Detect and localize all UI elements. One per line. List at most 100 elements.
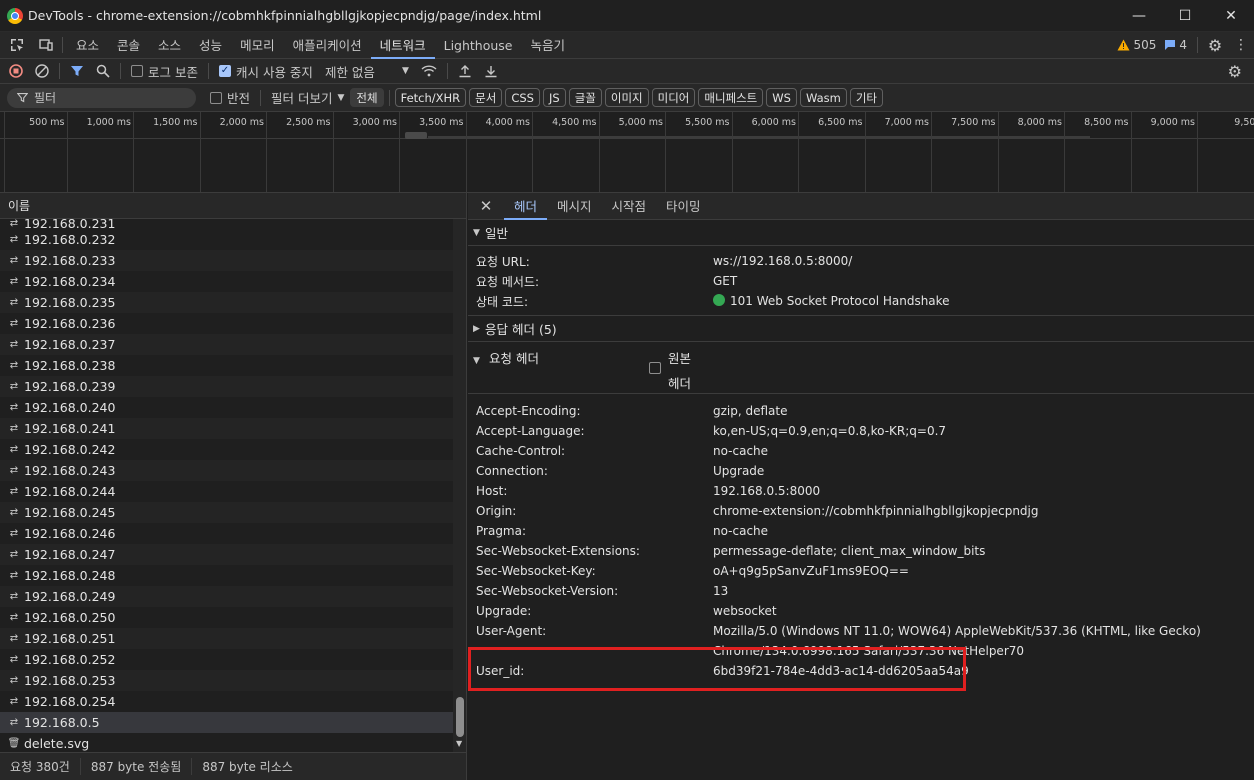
- warning-count[interactable]: 505: [1133, 38, 1156, 52]
- maximize-button[interactable]: ☐: [1162, 0, 1208, 32]
- general-section-header[interactable]: ▼ 일반: [468, 220, 1254, 246]
- tab-headers[interactable]: 헤더: [504, 193, 548, 220]
- timeline-tick-label: 5,500 ms: [685, 117, 730, 128]
- request-row[interactable]: ⇄ 192.168.0.235: [0, 292, 453, 313]
- request-row[interactable]: ⇄ 192.168.0.243: [0, 460, 453, 481]
- title-bar: DevTools - chrome-extension://cobmhkfpin…: [0, 0, 1254, 32]
- request-row[interactable]: ⇄ 192.168.0.252: [0, 649, 453, 670]
- request-row[interactable]: ⇄ 192.168.0.246: [0, 523, 453, 544]
- request-list-scrollbar[interactable]: ▼: [453, 219, 466, 752]
- more-options-icon[interactable]: ⋮: [1228, 37, 1254, 53]
- preserve-log-check-box[interactable]: [131, 65, 143, 77]
- settings-gear-icon[interactable]: ⚙: [1202, 36, 1228, 55]
- status-code-row: 상태 코드: 101 Web Socket Protocol Handshake: [468, 291, 1254, 311]
- request-headers-section-header[interactable]: ▼ 요청 헤더 원본 헤더: [468, 342, 1254, 394]
- filter-chip-all[interactable]: 전체: [350, 88, 384, 107]
- status-bar: 요청 380건 887 byte 전송됨 887 byte 리소스: [0, 752, 466, 780]
- filter-chip-fetch-xhr[interactable]: Fetch/XHR: [394, 88, 467, 107]
- request-row[interactable]: ⇄ 192.168.0.5: [0, 712, 453, 733]
- response-headers-section-header[interactable]: ▶ 응답 헤더 (5): [468, 316, 1254, 342]
- request-row[interactable]: ⇄ 192.168.0.242: [0, 439, 453, 460]
- filter-chip-font[interactable]: 글꼴: [568, 88, 602, 107]
- disable-cache-checkbox[interactable]: ✓ 캐시 사용 중지: [213, 59, 319, 84]
- filter-chip-css[interactable]: CSS: [505, 88, 540, 107]
- tab-console[interactable]: 콘솔: [108, 32, 149, 59]
- request-row[interactable]: ⇄ 192.168.0.234: [0, 271, 453, 292]
- warning-icon[interactable]: [1117, 39, 1130, 51]
- request-row[interactable]: ⇄ 192.168.0.238: [0, 355, 453, 376]
- minimize-button[interactable]: —: [1116, 0, 1162, 32]
- filter-chip-ws[interactable]: WS: [766, 88, 797, 107]
- message-icon[interactable]: [1164, 39, 1176, 51]
- filter-chip-doc[interactable]: 문서: [469, 88, 503, 107]
- tab-performance[interactable]: 성능: [190, 32, 231, 59]
- tab-timing[interactable]: 타이밍: [656, 193, 711, 220]
- filter-input[interactable]: 필터: [7, 87, 196, 108]
- request-row[interactable]: ⇄ 192.168.0.253: [0, 670, 453, 691]
- tab-messages[interactable]: 메시지: [547, 193, 602, 220]
- invert-checkbox[interactable]: 반전: [204, 85, 256, 110]
- request-row[interactable]: ⇄ 192.168.0.251: [0, 628, 453, 649]
- request-row-partial[interactable]: ⇄ 192.168.0.231: [0, 219, 453, 229]
- preserve-log-checkbox[interactable]: 로그 보존: [125, 59, 204, 84]
- tab-memory[interactable]: 메모리: [231, 32, 284, 59]
- network-settings-gear-icon[interactable]: ⚙: [1222, 59, 1254, 84]
- header-key: Upgrade:: [476, 604, 532, 618]
- request-row[interactable]: ⇄ 192.168.0.239: [0, 376, 453, 397]
- request-row[interactable]: ⇄ 192.168.0.250: [0, 607, 453, 628]
- filter-funnel-icon[interactable]: [64, 59, 90, 84]
- tab-network[interactable]: 네트워크: [370, 32, 435, 59]
- filter-chip-img[interactable]: 이미지: [604, 88, 649, 107]
- network-toolbar: 로그 보존 ✓ 캐시 사용 중지 제한 없음 ▼ ⚙: [0, 59, 1254, 84]
- throttling-select[interactable]: 제한 없음 ▼: [319, 59, 415, 84]
- name-column-header[interactable]: 이름: [0, 193, 466, 219]
- timeline-overview[interactable]: 500 ms 1,000 ms 1,500 ms 2,000 ms 2,500 ms 3,…: [0, 112, 1254, 193]
- filter-chip-js[interactable]: JS: [542, 88, 566, 107]
- tab-recorder[interactable]: 녹음기: [522, 32, 575, 59]
- header-value: 101 Web Socket Protocol Handshake: [713, 294, 950, 308]
- more-filters-dropdown[interactable]: 필터 더보기 ▼: [265, 85, 350, 110]
- request-row[interactable]: ⇄ 192.168.0.240: [0, 397, 453, 418]
- device-toolbar-icon[interactable]: [34, 37, 58, 53]
- disable-cache-check-icon[interactable]: ✓: [218, 65, 231, 77]
- header-value: Mozilla/5.0 (Windows NT 11.0; WOW64) App…: [713, 624, 1201, 638]
- request-row[interactable]: ⇄ 192.168.0.249: [0, 586, 453, 607]
- inspect-element-icon[interactable]: [0, 37, 34, 53]
- network-conditions-wifi-icon[interactable]: [415, 59, 443, 84]
- export-har-icon[interactable]: [478, 59, 504, 84]
- request-row[interactable]: ⇄ 192.168.0.236: [0, 313, 453, 334]
- close-detail-icon[interactable]: ✕: [468, 193, 504, 220]
- filter-chip-media[interactable]: 미디어: [651, 88, 696, 107]
- filter-chip-other[interactable]: 기타: [849, 88, 883, 107]
- raw-headers-checkbox[interactable]: [649, 362, 661, 374]
- clear-icon[interactable]: [29, 59, 55, 84]
- request-row[interactable]: ⇄ 192.168.0.248: [0, 565, 453, 586]
- header-value: Upgrade: [713, 464, 765, 478]
- request-row[interactable]: 🗑 delete.svg: [0, 733, 453, 752]
- message-count[interactable]: 4: [1179, 38, 1187, 52]
- request-row[interactable]: ⇄ 192.168.0.245: [0, 502, 453, 523]
- invert-check-box[interactable]: [210, 91, 222, 104]
- stop-recording-icon[interactable]: [0, 59, 29, 84]
- tab-lighthouse[interactable]: Lighthouse: [435, 32, 522, 59]
- filter-chip-wasm[interactable]: Wasm: [799, 88, 847, 107]
- request-row[interactable]: ⇄ 192.168.0.254: [0, 691, 453, 712]
- search-icon[interactable]: [90, 59, 116, 84]
- tab-initiator[interactable]: 시작점: [602, 193, 657, 220]
- filter-chip-manifest[interactable]: 매니페스트: [698, 88, 764, 107]
- request-row[interactable]: ⇄ 192.168.0.244: [0, 481, 453, 502]
- import-har-icon[interactable]: [452, 59, 478, 84]
- tab-sources[interactable]: 소스: [149, 32, 190, 59]
- close-window-button[interactable]: ✕: [1208, 0, 1254, 32]
- tab-elements[interactable]: 요소: [67, 32, 108, 59]
- request-row[interactable]: ⇄ 192.168.0.247: [0, 544, 453, 565]
- request-row[interactable]: ⇄ 192.168.0.232: [0, 229, 453, 250]
- scroll-down-icon[interactable]: ▼: [456, 739, 462, 748]
- timeline-tick-label: 9,500: [1234, 117, 1254, 128]
- request-row[interactable]: ⇄ 192.168.0.241: [0, 418, 453, 439]
- scrollbar-thumb[interactable]: [456, 697, 464, 737]
- header-key: Cache-Control:: [476, 444, 566, 458]
- tab-application[interactable]: 애플리케이션: [284, 32, 371, 59]
- request-row[interactable]: ⇄ 192.168.0.233: [0, 250, 453, 271]
- request-row[interactable]: ⇄ 192.168.0.237: [0, 334, 453, 355]
